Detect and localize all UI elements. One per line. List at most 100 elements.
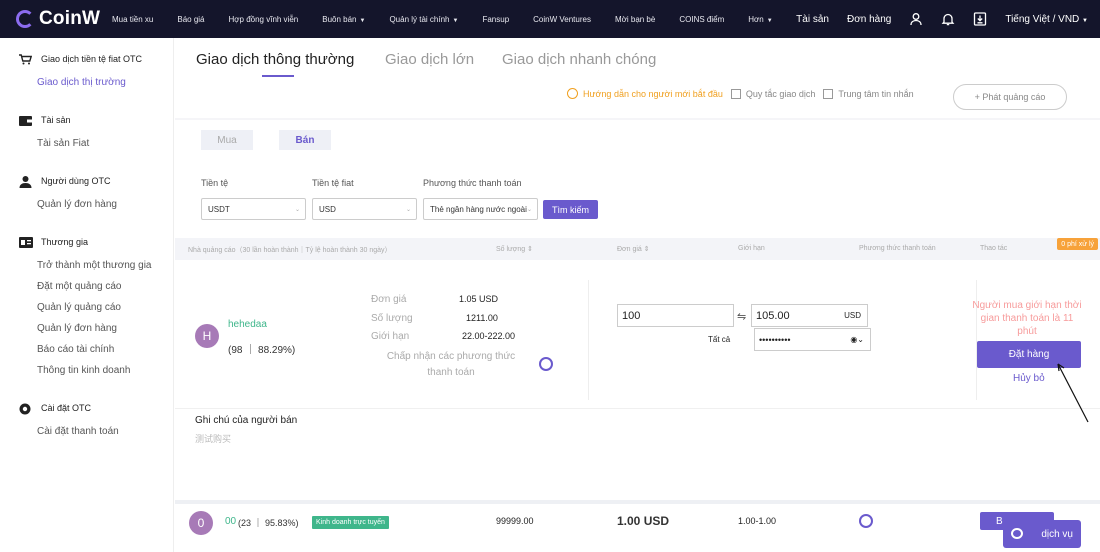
advertiser-stats: (98 ｜ 88.29%) <box>228 345 296 356</box>
tab-large-trade[interactable]: Giao dịch lớn <box>385 51 474 68</box>
tab-normal-trade[interactable]: Giao dịch thông thường <box>196 51 354 68</box>
nav-orders[interactable]: Đơn hàng <box>847 14 891 25</box>
payment-method-icon <box>859 514 873 528</box>
sort-icon: ⇕ <box>643 246 650 253</box>
chevron-down-icon: ⌄ <box>294 206 300 213</box>
amount-input[interactable]: 100 <box>617 304 734 327</box>
sidebar-heading-merchant[interactable]: Thương gia <box>0 233 173 251</box>
post-ad-button[interactable]: + Phát quảng cáo <box>953 84 1067 110</box>
sidebar-heading-otc-fiat[interactable]: Giao dịch tiền tệ fiat OTC <box>0 50 173 68</box>
bell-icon[interactable] <box>941 12 955 26</box>
sidebar-heading-otc-settings[interactable]: Cài đặt OTC <box>0 399 173 417</box>
col-amount[interactable]: Số lượng ⇕ <box>496 245 533 253</box>
avatar: 0 <box>189 511 213 535</box>
sidebar-group-otc-user: Người dùng OTC Quản lý đơn hàng <box>0 172 173 211</box>
sidebar-item-payment-settings[interactable]: Cài đặt thanh toán <box>0 425 173 438</box>
wallet-icon <box>19 115 32 126</box>
main-nav: Mua tiền xu Báo giá Hợp đồng vĩnh viễn B… <box>112 15 797 24</box>
chat-icon <box>1011 528 1023 539</box>
active-tab-indicator <box>262 75 294 77</box>
sidebar-item-place-ad[interactable]: Đặt một quảng cáo <box>0 280 173 293</box>
merchant-icon <box>19 236 33 248</box>
sidebar-item-fiat-assets[interactable]: Tài sản Fiat <box>0 137 173 150</box>
cancel-button[interactable]: Hủy bỏ <box>1013 373 1045 384</box>
seller-remark-text: 测试购买 <box>195 434 232 444</box>
payment-time-note: Người mua giới hạn thời gian thanh toán … <box>972 300 1082 337</box>
user-icon[interactable] <box>909 12 923 26</box>
payment-method-select[interactable]: Thẻ ngân hàng nước ngoài ⌄ <box>423 198 538 220</box>
nav-fansup[interactable]: Fansup <box>482 15 509 24</box>
quantity-label: Số lượng <box>371 313 413 324</box>
beginner-guide-link[interactable]: Hướng dẫn cho người mới bắt đầu <box>567 88 723 99</box>
nav-right: Tài sản Đơn hàng Tiếng Việt / VND ▼ <box>778 0 1088 38</box>
accepted-payment-label: Chấp nhận các phương thức thanh toán <box>386 351 516 378</box>
pointer-arrow <box>1057 363 1089 423</box>
trade-rules-link[interactable]: Quy tắc giao dịch <box>730 88 815 99</box>
swap-icon[interactable]: ⇋ <box>737 310 746 323</box>
customer-service-button[interactable]: dịch vụ <box>1003 520 1081 548</box>
sidebar-heading-assets[interactable]: Tài sản <box>0 111 173 129</box>
logo-text: CoinW <box>39 8 101 29</box>
nav-finance[interactable]: Quản lý tài chính ▼ <box>389 15 458 24</box>
buy-sell-toggle: Mua Bán <box>201 130 357 150</box>
sidebar-item-merchant-orders[interactable]: Quản lý đơn hàng <box>0 322 173 335</box>
settings-icon <box>19 403 32 414</box>
avatar: H <box>195 324 219 348</box>
nav-invite-friends[interactable]: Mời bạn bè <box>615 15 655 24</box>
col-advertiser: Nhà quảng cáo（30 lần hoàn thành｜Tỷ lệ ho… <box>188 247 392 254</box>
tab-quick-trade[interactable]: Giao dịch nhanh chóng <box>502 51 656 68</box>
fund-password-input[interactable]: •••••••••• ◉⌄ <box>754 328 871 351</box>
sidebar-heading-otc-user[interactable]: Người dùng OTC <box>0 172 173 190</box>
advertiser-name[interactable]: 00 <box>225 516 236 527</box>
buy-tab[interactable]: Mua <box>201 130 253 150</box>
currency-select[interactable]: USDT ⌄ <box>201 198 306 220</box>
eye-icon[interactable]: ◉⌄ <box>850 335 864 344</box>
divider <box>588 280 589 400</box>
language-currency-selector[interactable]: Tiếng Việt / VND ▼ <box>1005 14 1088 25</box>
limit-label: Giới hạn <box>371 331 410 342</box>
coinw-logo[interactable]: CoinW <box>16 8 112 30</box>
sell-tab[interactable]: Bán <box>279 130 331 150</box>
download-icon[interactable] <box>973 12 987 26</box>
divider <box>175 408 1100 409</box>
sidebar-item-business-info[interactable]: Thông tin kinh doanh <box>0 364 173 377</box>
sidebar-group-otc-fiat: Giao dịch tiền tệ fiat OTC Giao dịch thị… <box>0 50 173 89</box>
chevron-down-icon: ⌄ <box>526 206 532 213</box>
row-amount: 99999.00 <box>496 516 534 526</box>
help-links: Hướng dẫn cho người mới bắt đầu Quy tắc … <box>567 88 922 99</box>
message-center-link[interactable]: Trung tâm tin nhắn <box>823 88 914 99</box>
sidebar-item-ad-management[interactable]: Quản lý quảng cáo <box>0 301 173 314</box>
online-business-tag: Kinh doanh trực tuyến <box>312 516 389 529</box>
sidebar-item-market-trade[interactable]: Giao dịch thị trường <box>0 76 173 89</box>
nav-perpetual-futures[interactable]: Hợp đồng vĩnh viễn <box>229 15 299 24</box>
sidebar-group-merchant: Thương gia Trở thành một thương gia Đặt … <box>0 233 173 377</box>
fee-badge: 0 phí xử lý <box>1057 238 1098 250</box>
nav-ventures[interactable]: CoinW Ventures <box>533 15 591 24</box>
table-header: Nhà quảng cáo（30 lần hoàn thành｜Tỷ lệ ho… <box>175 238 1100 260</box>
sort-icon: ⇕ <box>527 246 533 253</box>
nav-trade[interactable]: Buôn bán ▼ <box>322 15 365 24</box>
all-button[interactable]: Tất cả <box>708 335 730 344</box>
sidebar: Giao dịch tiền tệ fiat OTC Giao dịch thị… <box>0 38 174 552</box>
row-limit: 1.00-1.00 <box>738 516 777 526</box>
sidebar-item-order-management[interactable]: Quản lý đơn hàng <box>0 198 173 211</box>
fiat-select[interactable]: USD ⌄ <box>312 198 417 220</box>
nav-buy-coins[interactable]: Mua tiền xu <box>112 15 153 24</box>
trade-tabs-bar: Giao dịch thông thường Giao dịch lớn Gia… <box>175 38 1100 118</box>
price-value: 1.05 USD <box>459 294 499 304</box>
main-content: Giao dịch thông thường Giao dịch lớn Gia… <box>175 38 1100 552</box>
nav-assets[interactable]: Tài sản <box>796 14 829 25</box>
payment-method-label: Phương thức thanh toán <box>423 178 522 188</box>
row-price: 1.00 USD <box>617 514 670 528</box>
search-button[interactable]: Tìm kiếm <box>543 200 598 219</box>
nav-coins-points[interactable]: COINS điểm <box>679 15 724 24</box>
currency-label: Tiền tệ <box>201 178 229 188</box>
total-input[interactable]: 105.00 USD <box>751 304 868 327</box>
advertiser-name[interactable]: hehedaa <box>228 319 267 330</box>
nav-more[interactable]: Hơn ▼ <box>748 15 772 24</box>
advertiser-stats: (23 ｜ 95.83%) <box>238 518 299 528</box>
col-price[interactable]: Đơn giá ⇕ <box>617 245 650 253</box>
sidebar-item-become-merchant[interactable]: Trở thành một thương gia <box>0 259 173 272</box>
sidebar-item-financial-report[interactable]: Báo cáo tài chính <box>0 343 173 356</box>
nav-quotes[interactable]: Báo giá <box>177 15 204 24</box>
